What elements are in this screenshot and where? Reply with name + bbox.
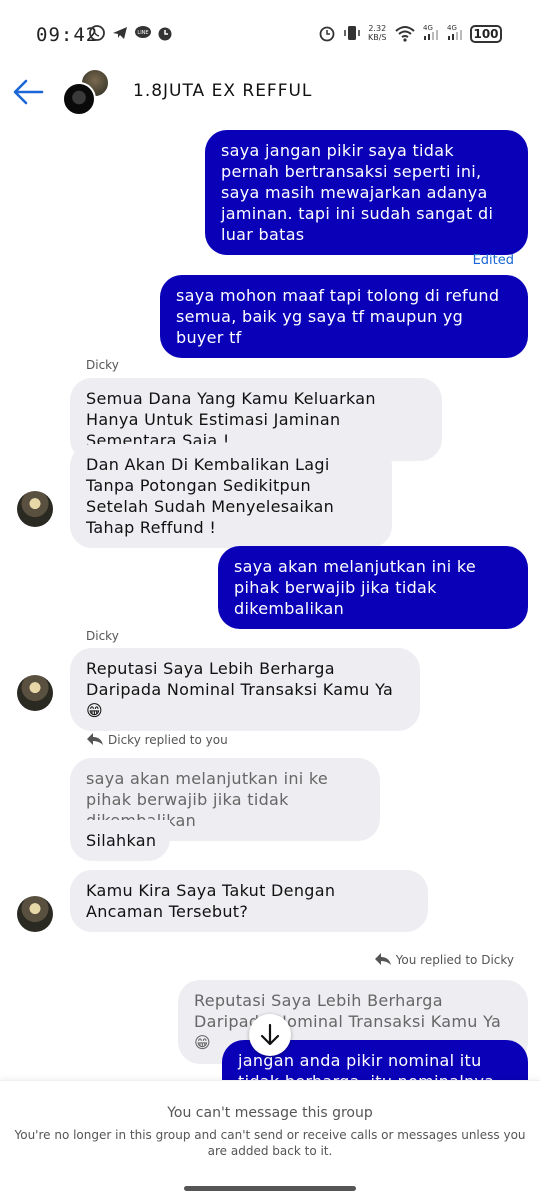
whatsapp-icon — [89, 25, 105, 41]
edited-label: Edited — [472, 253, 514, 268]
telegram-icon — [113, 27, 127, 39]
avatar[interactable] — [17, 896, 53, 932]
avatar[interactable] — [17, 675, 53, 711]
outgoing-message[interactable]: saya mohon maaf tapi tolong di refund se… — [160, 275, 528, 358]
avatar[interactable] — [17, 491, 53, 527]
incoming-message[interactable]: Kamu Kira Saya Takut Dengan Ancaman Ters… — [70, 870, 428, 932]
outgoing-message[interactable]: saya akan melanjutkan ini ke pihak berwa… — [218, 546, 528, 629]
battery-indicator: 100 — [470, 25, 502, 43]
alarm-icon — [158, 27, 172, 41]
reply-icon — [87, 733, 103, 745]
group-removed-notice: You can't message this group You're no l… — [0, 1080, 540, 1200]
incoming-message[interactable]: Dan Akan Di Kembalikan Lagi Tanpa Potong… — [70, 444, 392, 548]
group-avatar[interactable] — [62, 68, 112, 118]
svg-text:LINE: LINE — [137, 30, 148, 36]
notice-subtitle: You're no longer in this group and can't… — [14, 1128, 526, 1158]
signal-icon: 4G — [423, 24, 438, 40]
avatar — [62, 82, 96, 116]
outgoing-message[interactable]: saya jangan pikir saya tidak pernah bert… — [205, 130, 528, 255]
network-speed: 2.32 KB/S — [368, 24, 387, 42]
chat-title[interactable]: 1.8JUTA EX REFFUL — [133, 81, 312, 101]
reply-label-text: You replied to Dicky — [395, 953, 514, 967]
svg-text:4G: 4G — [447, 24, 457, 32]
vibrate-icon — [344, 26, 360, 40]
reply-icon — [374, 953, 391, 965]
line-icon: LINE — [135, 26, 151, 38]
home-indicator[interactable] — [184, 1186, 356, 1191]
reply-label: You replied to Dicky — [374, 952, 514, 967]
reply-label: Dicky replied to you — [86, 732, 228, 747]
scroll-down-icon[interactable] — [249, 1014, 291, 1056]
status-bar: 09:42 LINE 2.32 KB/S 4G 4G 100 — [0, 0, 540, 64]
notice-title: You can't message this group — [167, 1105, 373, 1121]
svg-text:4G: 4G — [423, 24, 433, 32]
alarm-icon — [319, 26, 335, 42]
sender-name: Dicky — [86, 629, 119, 643]
sender-name: Dicky — [86, 358, 119, 372]
incoming-message[interactable]: Silahkan — [70, 820, 170, 861]
back-arrow-icon[interactable] — [12, 78, 44, 106]
incoming-message[interactable]: Reputasi Saya Lebih Berharga Daripada No… — [70, 648, 420, 731]
wifi-icon — [395, 26, 415, 42]
reply-label-text: Dicky replied to you — [108, 733, 228, 747]
chat-header: 1.8JUTA EX REFFUL — [0, 64, 540, 120]
signal-icon: 4G — [447, 24, 462, 40]
